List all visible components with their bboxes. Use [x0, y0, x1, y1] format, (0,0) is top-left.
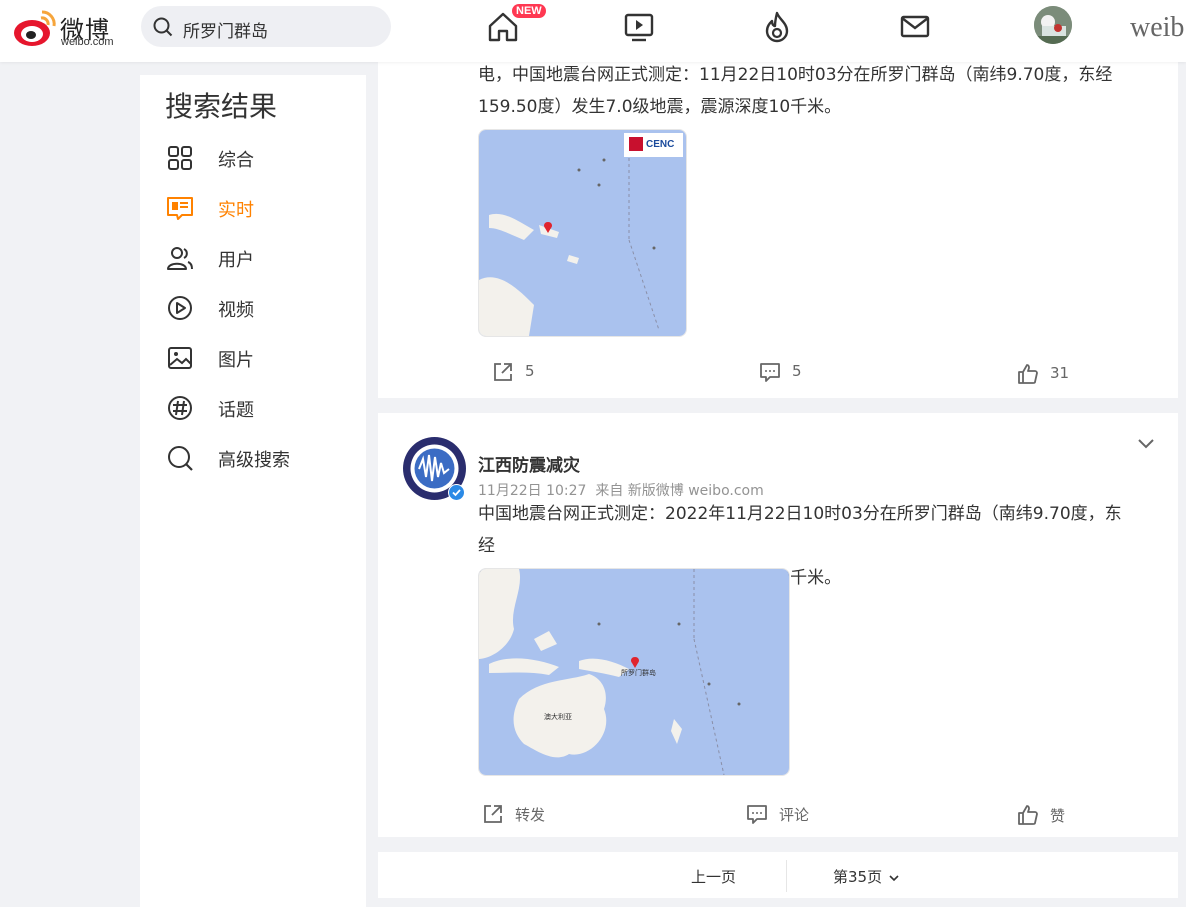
- video-icon: [624, 13, 654, 42]
- sidebar-item-label: 视频: [218, 300, 254, 321]
- prev-page-button[interactable]: 上一页: [691, 866, 736, 887]
- author-name[interactable]: 江西防震减灾: [478, 451, 580, 476]
- author-avatar[interactable]: [403, 437, 466, 501]
- chevron-down-icon[interactable]: [1136, 433, 1156, 453]
- sidebar-item-topics[interactable]: 话题: [165, 393, 345, 423]
- hot-icon: [765, 11, 789, 43]
- post-text-line: 中国地震台网正式测定：2022年11月22日10时03分在所罗门群岛（南纬9.7…: [478, 504, 1122, 556]
- brand-wordmark: weib: [1130, 12, 1185, 43]
- post-image-map[interactable]: CENC: [478, 129, 687, 337]
- pagination: 上一页 第35页: [378, 852, 1178, 898]
- weibo-logo[interactable]: 微博 weibo.com: [12, 6, 132, 50]
- users-icon: [167, 247, 193, 270]
- thumbs-up-icon: [1018, 805, 1038, 825]
- comment-count: 5: [792, 362, 802, 380]
- map-logo-text: CENC: [646, 139, 674, 150]
- play-icon: [168, 296, 192, 320]
- nav-video[interactable]: [620, 8, 658, 46]
- top-navigation-bar: 微博 weibo.com 所罗门群岛 NEW weib: [0, 0, 1186, 62]
- sidebar-item-label: 图片: [218, 350, 254, 371]
- like-label: 赞: [1050, 807, 1066, 825]
- image-icon: [168, 347, 192, 369]
- post-text: 电，中国地震台网正式测定：11月22日10时03分在所罗门群岛（南纬9.70度，…: [478, 59, 1138, 123]
- user-avatar[interactable]: [1034, 6, 1072, 44]
- search-sidebar: 搜索结果 综合 实时 用户 视频 图片 话题 高级搜索: [140, 75, 366, 907]
- realtime-icon: [167, 197, 193, 220]
- sidebar-item-video[interactable]: 视频: [165, 293, 345, 323]
- comment-label: 评论: [779, 806, 810, 824]
- topic-icon: [168, 396, 192, 420]
- repost-count: 5: [525, 362, 535, 380]
- verified-badge-icon: [448, 484, 465, 501]
- earthquake-map-image: CENC: [479, 130, 686, 336]
- avatar-image: [1034, 6, 1072, 44]
- sidebar-item-label: 综合: [218, 150, 254, 171]
- post-card: 江西防震减灾 11月22日 10:27 来自 新版微博 weibo.com 中国…: [378, 413, 1178, 837]
- mail-icon: [900, 15, 930, 38]
- nav-messages[interactable]: [896, 8, 934, 46]
- sidebar-item-comprehensive[interactable]: 综合: [165, 143, 345, 173]
- post-card: 电，中国地震台网正式测定：11月22日10时03分在所罗门群岛（南纬9.70度，…: [378, 62, 1178, 398]
- sidebar-item-users[interactable]: 用户: [165, 243, 345, 273]
- grid-icon: [168, 146, 192, 170]
- nav-hot[interactable]: [758, 8, 796, 46]
- earthquake-map-image: 所罗门群岛 澳大利亚: [479, 569, 789, 775]
- comment-icon: [760, 363, 780, 382]
- pager-divider: [786, 860, 787, 892]
- search-icon: [153, 17, 173, 37]
- post-text-line: 电，中国地震台网正式测定：11月22日10时03分在所罗门群岛（南纬9.70度，…: [478, 65, 1113, 85]
- sidebar-item-label: 话题: [218, 400, 254, 421]
- chevron-down-icon: [889, 874, 899, 881]
- sidebar-item-realtime[interactable]: 实时: [165, 193, 345, 223]
- logo-subtext: weibo.com: [61, 36, 114, 48]
- sidebar-item-images[interactable]: 图片: [165, 343, 345, 373]
- repost-label: 转发: [515, 806, 546, 824]
- weibo-eye-icon: [14, 10, 56, 46]
- thumbs-up-icon: [1018, 364, 1038, 384]
- search-input[interactable]: 所罗门群岛: [141, 6, 391, 47]
- new-badge: NEW: [512, 4, 546, 18]
- sidebar-item-label: 高级搜索: [218, 450, 290, 471]
- current-page-label: 第35页: [833, 868, 883, 886]
- post-text-line: 159.50度）发生7.0级地震，震源深度10千米。: [478, 97, 842, 117]
- post-image-map[interactable]: 所罗门群岛 澳大利亚: [478, 568, 790, 776]
- like-count: 31: [1050, 364, 1070, 382]
- search-icon: [168, 446, 193, 471]
- search-query: 所罗门群岛: [183, 22, 268, 42]
- sidebar-title: 搜索结果: [165, 90, 278, 123]
- map-label-epicenter: 所罗门群岛: [621, 668, 656, 677]
- comment-icon: [747, 805, 767, 824]
- repost-icon: [494, 363, 512, 381]
- sidebar-item-advanced-search[interactable]: 高级搜索: [165, 443, 345, 473]
- sidebar-item-label: 用户: [218, 250, 254, 271]
- page-select[interactable]: 第35页: [833, 866, 901, 887]
- post-meta: 11月22日 10:27 来自 新版微博 weibo.com: [478, 483, 764, 499]
- sidebar-item-label: 实时: [218, 200, 254, 221]
- map-label-australia: 澳大利亚: [544, 712, 572, 721]
- repost-icon: [484, 805, 502, 823]
